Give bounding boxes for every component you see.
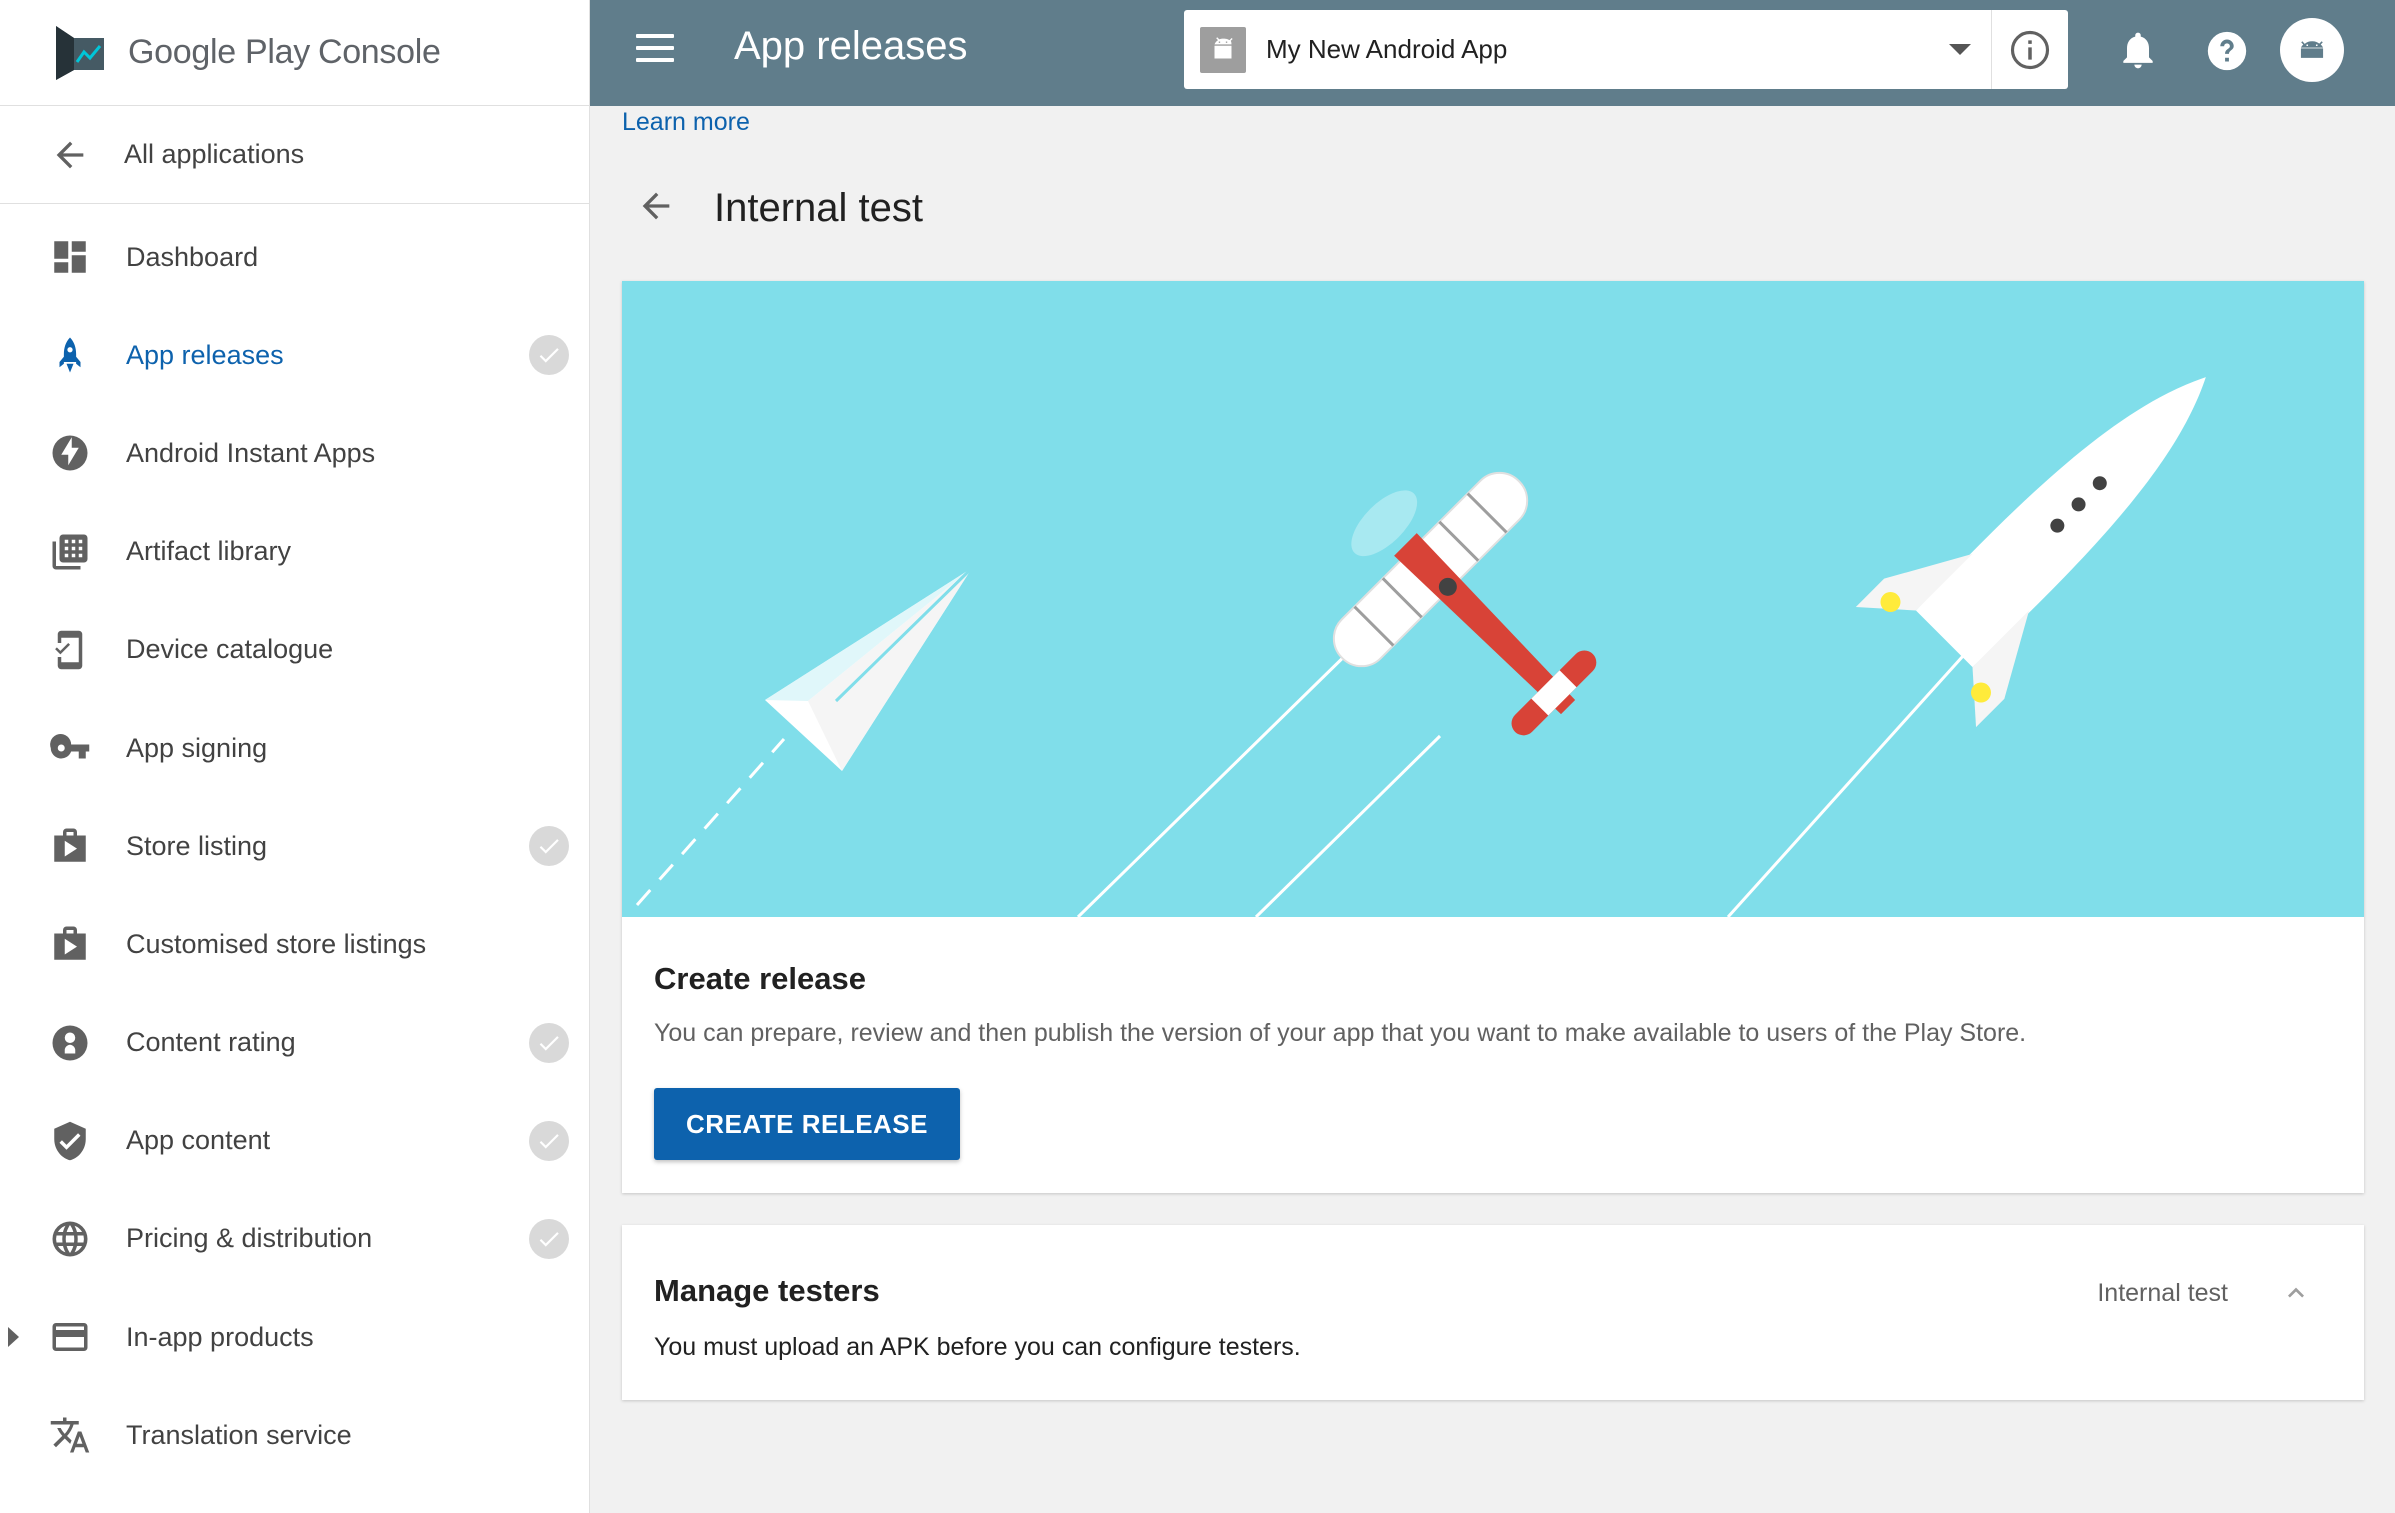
sidebar-item-customised-store-listings[interactable]: Customised store listings [0, 895, 589, 993]
shield-icon [48, 1119, 92, 1163]
expand-caret-icon[interactable] [8, 1327, 19, 1348]
learn-more-link[interactable]: Learn more [622, 108, 750, 137]
sidebar-item-app-releases[interactable]: App releases [0, 306, 589, 404]
rating-icon [48, 1021, 92, 1065]
sidebar-item-artifact-library[interactable]: Artifact library [0, 503, 589, 601]
sidebar-item-label: In-app products [126, 1321, 314, 1352]
sidebar: Google Play Console All applications Dash… [0, 0, 590, 1513]
sidebar-item-label: Dashboard [126, 241, 259, 272]
top-app-bar: App releases My New Android App [590, 0, 2395, 106]
sidebar-item-in-app-products[interactable]: In-app products [0, 1288, 589, 1386]
info-icon[interactable] [1992, 29, 2068, 71]
notifications-bell-icon[interactable] [2116, 28, 2160, 72]
all-applications-link[interactable]: All applications [0, 106, 589, 204]
page-header: Internal test [636, 186, 923, 231]
sidebar-item-app-content[interactable]: App content [0, 1092, 589, 1190]
device-icon [48, 628, 92, 672]
page-title: Internal test [714, 186, 924, 230]
create-release-title: Create release [654, 961, 866, 996]
header-title: App releases [734, 24, 968, 68]
sidebar-item-android-instant-apps[interactable]: Android Instant Apps [0, 404, 589, 502]
menu-icon[interactable] [636, 34, 674, 72]
library-icon [48, 530, 92, 574]
android-icon [1200, 26, 1246, 73]
arrow-back-icon [56, 141, 84, 168]
app-selector-value: My New Android App [1266, 34, 1508, 64]
sidebar-item-device-catalogue[interactable]: Device catalogue [0, 601, 589, 699]
translate-icon [48, 1413, 92, 1457]
track-label: Internal test [2097, 1279, 2228, 1307]
sidebar-item-pricing-distribution[interactable]: Pricing & distribution [0, 1190, 589, 1288]
app-selector[interactable]: My New Android App [1184, 10, 2068, 89]
manage-testers-description: You must upload an APK before you can co… [654, 1333, 1301, 1361]
bolt-icon [48, 431, 92, 475]
create-release-description: You can prepare, review and then publish… [654, 1019, 2027, 1047]
rocket-icon [48, 333, 92, 377]
sidebar-item-label: App releases [126, 339, 284, 370]
brand-logo[interactable]: Google Play Console [0, 0, 589, 106]
sidebar-item-label: App signing [126, 732, 268, 763]
manage-testers-title: Manage testers [654, 1273, 880, 1308]
check-circle-icon [529, 1120, 569, 1161]
play-console-logo-icon [56, 25, 104, 80]
card-icon [48, 1315, 92, 1359]
brand-name-console: Console [317, 33, 441, 71]
check-circle-icon [529, 335, 569, 376]
sidebar-item-store-listing[interactable]: Store listing [0, 797, 589, 895]
sidebar-item-translation-service[interactable]: Translation service [0, 1386, 589, 1484]
sidebar-item-app-signing[interactable]: App signing [0, 699, 589, 797]
help-icon[interactable] [2204, 28, 2250, 74]
store-icon [48, 824, 92, 868]
create-release-button[interactable]: CREATE RELEASE [654, 1088, 960, 1160]
sidebar-item-label: App content [126, 1125, 271, 1156]
sidebar-item-label: Customised store listings [126, 928, 427, 959]
sidebar-item-label: Content rating [126, 1027, 296, 1058]
store-icon [48, 922, 92, 966]
brand-name-google-play: Google Play [128, 33, 310, 71]
paper-plane-icon [765, 566, 974, 771]
android-avatar-icon [2300, 41, 2324, 58]
sidebar-item-label: Store listing [126, 830, 268, 861]
sidebar-item-label: Android Instant Apps [126, 437, 376, 468]
create-release-body: Create release You can prepare, review a… [622, 961, 2364, 1160]
sidebar-item-label: Device catalogue [126, 634, 334, 665]
arrow-back-icon[interactable] [636, 186, 676, 231]
key-icon [48, 726, 92, 770]
dashboard-icon [48, 235, 92, 279]
check-circle-icon [529, 1218, 569, 1259]
biplane-icon [1332, 471, 1597, 736]
create-release-card: Create release You can prepare, review a… [622, 281, 2364, 1193]
dropdown-arrow-icon[interactable] [1949, 44, 1971, 55]
hero-illustration [622, 281, 2364, 917]
sidebar-item-dashboard[interactable]: Dashboard [0, 208, 589, 306]
check-circle-icon [529, 826, 569, 867]
rocket-icon [1855, 377, 2206, 728]
check-circle-icon [529, 1022, 569, 1063]
manage-testers-card: Manage testers You must upload an APK be… [622, 1225, 2364, 1400]
brand-name: Google Play Console [128, 33, 441, 72]
chevron-up-icon[interactable] [2280, 1277, 2312, 1309]
all-applications-label: All applications [124, 139, 305, 169]
sidebar-nav: Dashboard App releases Android Instant A… [0, 204, 589, 1484]
globe-icon [48, 1217, 92, 1261]
sidebar-item-label: Artifact library [126, 536, 292, 567]
sidebar-item-label: Translation service [126, 1419, 352, 1450]
flying-objects-illustration [635, 377, 2206, 917]
sidebar-item-content-rating[interactable]: Content rating [0, 994, 589, 1092]
account-avatar[interactable] [2280, 18, 2344, 82]
sidebar-item-label: Pricing & distribution [126, 1223, 373, 1254]
